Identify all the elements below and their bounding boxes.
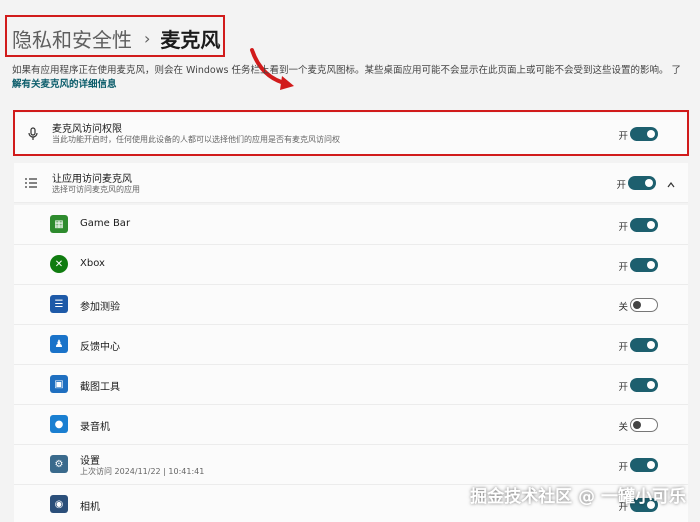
app-state: 开 <box>618 462 628 473</box>
app-name: 反馈中心 <box>80 342 120 353</box>
app-name: 相机 <box>80 502 100 513</box>
app-access-toggle[interactable] <box>628 176 656 190</box>
learn-more-link[interactable]: 解有关麦克风的详细信息 <box>12 76 117 90</box>
app-last-access: 上次访问 2024/11/22 | 10:41:41 <box>80 467 205 476</box>
app-state: 关 <box>618 302 628 313</box>
app-name: 参加测验 <box>80 302 120 313</box>
app-toggle-sound-recorder[interactable] <box>630 418 658 432</box>
app-state: 开 <box>618 222 628 233</box>
camera-icon: ◉ <box>50 495 68 513</box>
app-name: 截图工具 <box>80 382 120 393</box>
microphone-icon <box>24 125 42 143</box>
snipping-tool-icon: ▣ <box>50 375 68 393</box>
page-description: 如果有应用程序正在使用麦克风，则会在 Windows 任务栏上看到一个麦克风图标… <box>12 65 681 76</box>
settings-icon: ⚙ <box>50 455 68 473</box>
list-icon <box>22 174 40 192</box>
app-row-game-bar: ▦ Game Bar 开 <box>14 205 688 245</box>
app-state: 关 <box>618 422 628 433</box>
breadcrumb-parent[interactable]: 隐私和安全性 <box>12 24 132 53</box>
app-toggle-snipping-tool[interactable] <box>630 378 658 392</box>
app-state: 开 <box>618 342 628 353</box>
take-a-test-icon: ☰ <box>50 295 68 313</box>
app-row-snipping-tool: ▣ 截图工具 开 <box>14 365 688 405</box>
mic-access-title: 麦克风访问权限 <box>52 124 122 135</box>
mic-access-state: 开 <box>618 131 628 142</box>
app-name: Game Bar <box>80 218 131 229</box>
page-title: 麦克风 <box>160 28 221 52</box>
app-name: 设置 <box>80 456 100 467</box>
breadcrumb-separator-icon: › <box>144 29 151 48</box>
mic-access-toggle[interactable] <box>630 127 658 141</box>
app-name: Xbox <box>80 258 105 269</box>
sound-recorder-icon: ● <box>50 415 68 433</box>
breadcrumb: 隐私和安全性 › 麦克风 <box>12 24 220 53</box>
app-toggle-settings[interactable] <box>630 458 658 472</box>
app-row-take-a-test: ☰ 参加测验 关 <box>14 285 688 325</box>
chevron-up-icon[interactable] <box>666 175 676 194</box>
app-access-subtitle: 选择可访问麦克风的应用 <box>52 185 140 194</box>
app-row-feedback-hub: ♟ 反馈中心 开 <box>14 325 688 365</box>
app-state: 开 <box>618 382 628 393</box>
feedback-hub-icon: ♟ <box>50 335 68 353</box>
app-row-sound-recorder: ● 录音机 关 <box>14 405 688 445</box>
app-access-title: 让应用访问麦克风 <box>52 174 132 185</box>
app-toggle-game-bar[interactable] <box>630 218 658 232</box>
watermark: 掘金技术社区 @ 一罐小可乐 <box>470 487 686 507</box>
app-toggle-feedback-hub[interactable] <box>630 338 658 352</box>
app-toggle-take-a-test[interactable] <box>630 298 658 312</box>
mic-access-card: 麦克风访问权限 当此功能开启时，任何使用此设备的人都可以选择他们的应用是否有麦克… <box>14 113 688 155</box>
app-access-card: 让应用访问麦克风 选择可访问麦克风的应用 开 <box>14 163 688 203</box>
app-toggle-xbox[interactable] <box>630 258 658 272</box>
app-name: 录音机 <box>80 422 110 433</box>
mic-access-subtitle: 当此功能开启时，任何使用此设备的人都可以选择他们的应用是否有麦克风访问权 <box>52 135 340 144</box>
app-row-settings: ⚙ 设置 上次访问 2024/11/22 | 10:41:41 开 <box>14 445 688 485</box>
xbox-icon: ✕ <box>50 255 68 273</box>
app-row-xbox: ✕ Xbox 开 <box>14 245 688 285</box>
game-bar-icon: ▦ <box>50 215 68 233</box>
app-access-state: 开 <box>616 180 626 191</box>
app-state: 开 <box>618 262 628 273</box>
